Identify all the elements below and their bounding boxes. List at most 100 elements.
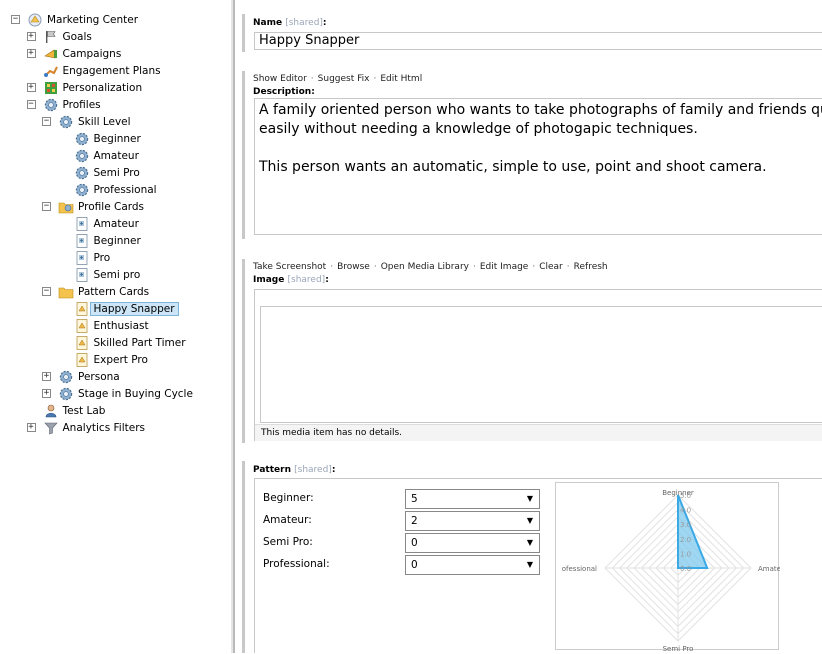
description-label: Description:: [253, 87, 315, 97]
tree-node[interactable]: Semi Pro: [58, 164, 144, 181]
filter-icon: [43, 421, 59, 435]
collapse-icon[interactable]: −: [42, 117, 51, 126]
pattern-value-select[interactable]: 0 ▼: [405, 533, 540, 553]
tree-node[interactable]: − Profile Cards: [42, 198, 148, 215]
personalization-icon: [43, 81, 59, 95]
tree-node-label[interactable]: Skilled Part Timer: [90, 336, 190, 350]
collapse-icon[interactable]: −: [42, 202, 51, 211]
tree-node-label[interactable]: Professional: [90, 183, 161, 197]
item-editor: Name [shared]: Happy Snapper Show Editor…: [242, 0, 822, 653]
take-screenshot-link[interactable]: Take Screenshot: [253, 262, 326, 272]
tree-node[interactable]: − Pattern Cards: [42, 283, 153, 300]
shared-tag: [shared]: [285, 18, 323, 28]
description-editor[interactable]: A family oriented person who wants to ta…: [254, 98, 822, 235]
tree-node[interactable]: Enthusiast: [58, 317, 153, 334]
tree-node[interactable]: − Profiles: [26, 96, 105, 113]
tree-node-label[interactable]: Profile Cards: [74, 200, 148, 214]
name-input[interactable]: Happy Snapper: [254, 32, 822, 50]
tree-node[interactable]: Skilled Part Timer: [58, 334, 190, 351]
test-lab-icon: [43, 404, 59, 418]
tree-node-label[interactable]: Goals: [59, 30, 96, 44]
tree-node-label[interactable]: Semi Pro: [90, 166, 144, 180]
tree-node[interactable]: − Skill Level: [42, 113, 135, 130]
tree-node-label[interactable]: Amateur: [90, 217, 143, 231]
tree-node-label[interactable]: Beginner: [90, 132, 145, 146]
tree-node[interactable]: + Goals: [26, 28, 96, 45]
tree-node-label[interactable]: Skill Level: [74, 115, 135, 129]
suggest-fix-link[interactable]: Suggest Fix: [318, 74, 370, 84]
dropdown-arrow-icon[interactable]: ▼: [527, 538, 533, 547]
open-media-library-link[interactable]: Open Media Library: [381, 262, 469, 272]
expand-icon[interactable]: +: [26, 83, 36, 92]
tree-node[interactable]: Amateur: [58, 215, 143, 232]
tree-node-label[interactable]: Enthusiast: [90, 319, 153, 333]
tree-node[interactable]: Beginner: [58, 130, 145, 147]
tree-node[interactable]: Amateur: [58, 147, 143, 164]
profile-card-icon: [74, 216, 90, 231]
tree-node-label[interactable]: Happy Snapper: [89, 301, 179, 316]
tree-node[interactable]: Beginner: [58, 232, 145, 249]
profile-cards-folder-icon: [58, 200, 74, 214]
show-editor-link[interactable]: Show Editor: [253, 74, 307, 84]
expand-icon[interactable]: +: [26, 32, 36, 41]
tree-node[interactable]: Semi pro: [58, 266, 145, 283]
description-line-2: easily without needing a knowledge of ph…: [259, 121, 698, 137]
pattern-value-select[interactable]: 5 ▼: [405, 489, 540, 509]
browse-link[interactable]: Browse: [337, 262, 370, 272]
tree-node-label[interactable]: Pattern Cards: [74, 285, 153, 299]
tree-node[interactable]: + Persona: [42, 368, 124, 385]
tree-node[interactable]: + Stage in Buying Cycle: [42, 385, 197, 402]
dropdown-arrow-icon[interactable]: ▼: [527, 494, 533, 503]
edit-html-link[interactable]: Edit Html: [380, 74, 422, 84]
tree-node-label[interactable]: Persona: [74, 370, 124, 384]
edit-image-link[interactable]: Edit Image: [480, 262, 528, 272]
expand-icon[interactable]: +: [42, 372, 51, 381]
dropdown-arrow-icon[interactable]: ▼: [527, 516, 533, 525]
description-field-section: Show Editor · Suggest Fix · Edit Html Descri…: [242, 71, 822, 239]
tree-node-label[interactable]: Personalization: [59, 81, 147, 95]
pattern-value-select[interactable]: 2 ▼: [405, 511, 540, 531]
collapse-icon[interactable]: −: [11, 15, 20, 24]
tree-node[interactable]: − Marketing Center: [11, 11, 142, 28]
tree-node-label[interactable]: Semi pro: [90, 268, 145, 282]
description-commands: Show Editor · Suggest Fix · Edit Html: [253, 74, 423, 84]
tree-node[interactable]: + Campaigns: [26, 45, 126, 62]
tree-node-label[interactable]: Pro: [90, 251, 115, 265]
shared-tag: [shared]: [287, 275, 326, 285]
profile-gear-icon: [74, 149, 90, 163]
tree-node[interactable]: Pro: [58, 249, 115, 266]
profile-card-icon: [74, 267, 90, 282]
tree-node-label[interactable]: Profiles: [59, 98, 105, 112]
tree-node-label[interactable]: Test Lab: [59, 404, 110, 418]
dropdown-arrow-icon[interactable]: ▼: [527, 560, 533, 569]
tree-node[interactable]: Expert Pro: [58, 351, 152, 368]
collapse-icon[interactable]: −: [42, 287, 51, 296]
collapse-icon[interactable]: −: [26, 100, 36, 109]
pattern-value-select[interactable]: 0 ▼: [405, 555, 540, 575]
description-line-3: This person wants an automatic, simple t…: [259, 159, 767, 175]
pattern-value: 5: [411, 493, 418, 505]
tree-node-label[interactable]: Marketing Center: [43, 13, 142, 27]
clear-link[interactable]: Clear: [539, 262, 563, 272]
refresh-link[interactable]: Refresh: [574, 262, 608, 272]
tree-node-label[interactable]: Amateur: [90, 149, 143, 163]
tree-node[interactable]: + Analytics Filters: [26, 419, 150, 436]
tree-node[interactable]: Happy Snapper: [58, 300, 179, 317]
tree-node[interactable]: + Personalization: [26, 79, 147, 96]
tree-node-label[interactable]: Analytics Filters: [59, 421, 150, 435]
expand-icon[interactable]: +: [26, 423, 36, 432]
tree-node-label[interactable]: Beginner: [90, 234, 145, 248]
expand-icon[interactable]: +: [26, 49, 36, 58]
tree-node-label[interactable]: Campaigns: [59, 47, 126, 61]
tree-node-label[interactable]: Engagement Plans: [59, 64, 165, 78]
tree-node-label[interactable]: Expert Pro: [90, 353, 152, 367]
tree-node[interactable]: Test Lab: [27, 402, 110, 419]
tree-node[interactable]: Professional: [58, 181, 161, 198]
radar-tick-label: 2.0: [680, 536, 691, 544]
expand-icon[interactable]: +: [42, 389, 51, 398]
tree-node-label[interactable]: Stage in Buying Cycle: [74, 387, 197, 401]
tree-node[interactable]: Engagement Plans: [27, 62, 165, 79]
image-preview[interactable]: [260, 306, 822, 423]
